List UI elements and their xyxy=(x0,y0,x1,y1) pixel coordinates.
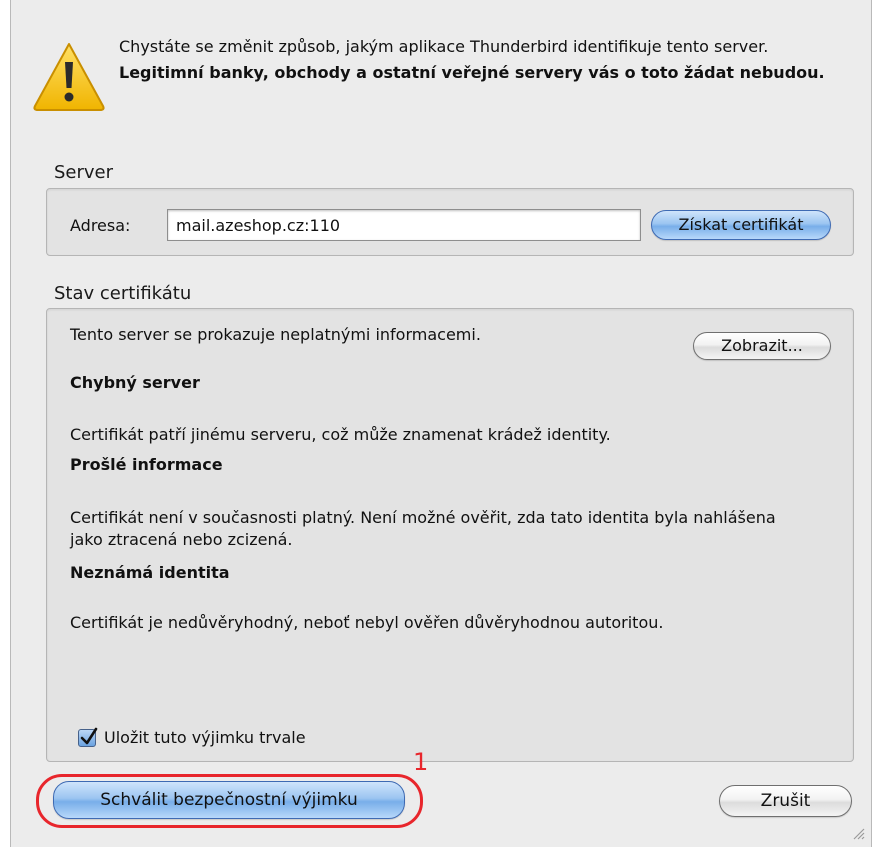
annotation-highlight-ring xyxy=(36,774,423,828)
certificate-exception-dialog: Chystáte se změnit způsob, jakým aplikac… xyxy=(10,0,872,847)
issue-title: Chybný server xyxy=(70,373,200,392)
certificate-status-section-title: Stav certifikátu xyxy=(54,283,192,304)
warning-message: Chystáte se změnit způsob, jakým aplikac… xyxy=(119,36,839,84)
issue-description: Certifikát patří jinému serveru, což můž… xyxy=(70,425,611,444)
warning-line-1: Chystáte se změnit způsob, jakým aplikac… xyxy=(119,37,769,56)
get-certificate-button[interactable]: Získat certifikát xyxy=(651,210,831,240)
save-permanently-label[interactable]: Uložit tuto výjimku trvale xyxy=(104,728,306,747)
resize-grip-icon[interactable] xyxy=(851,825,865,840)
address-label: Adresa: xyxy=(70,216,131,235)
issue-title: Neznámá identita xyxy=(70,563,230,582)
issue-title: Prošlé informace xyxy=(70,455,223,474)
checkmark-icon xyxy=(80,727,98,745)
server-section-title: Server xyxy=(54,162,114,183)
annotation-number: 1 xyxy=(413,748,429,776)
view-certificate-button[interactable]: Zobrazit... xyxy=(693,332,831,360)
warning-line-2: Legitimní banky, obchody a ostatní veřej… xyxy=(119,63,825,82)
save-permanently-checkbox[interactable] xyxy=(78,727,98,747)
issue-description: Certifikát je nedůvěryhodný, neboť nebyl… xyxy=(70,613,664,632)
cancel-button[interactable]: Zrušit xyxy=(719,785,852,817)
address-input[interactable] xyxy=(167,209,641,241)
warning-icon xyxy=(31,38,107,114)
issue-description: Certifikát není v současnosti platný. Ne… xyxy=(70,508,776,549)
certificate-status-intro: Tento server se prokazuje neplatnými inf… xyxy=(70,325,481,344)
